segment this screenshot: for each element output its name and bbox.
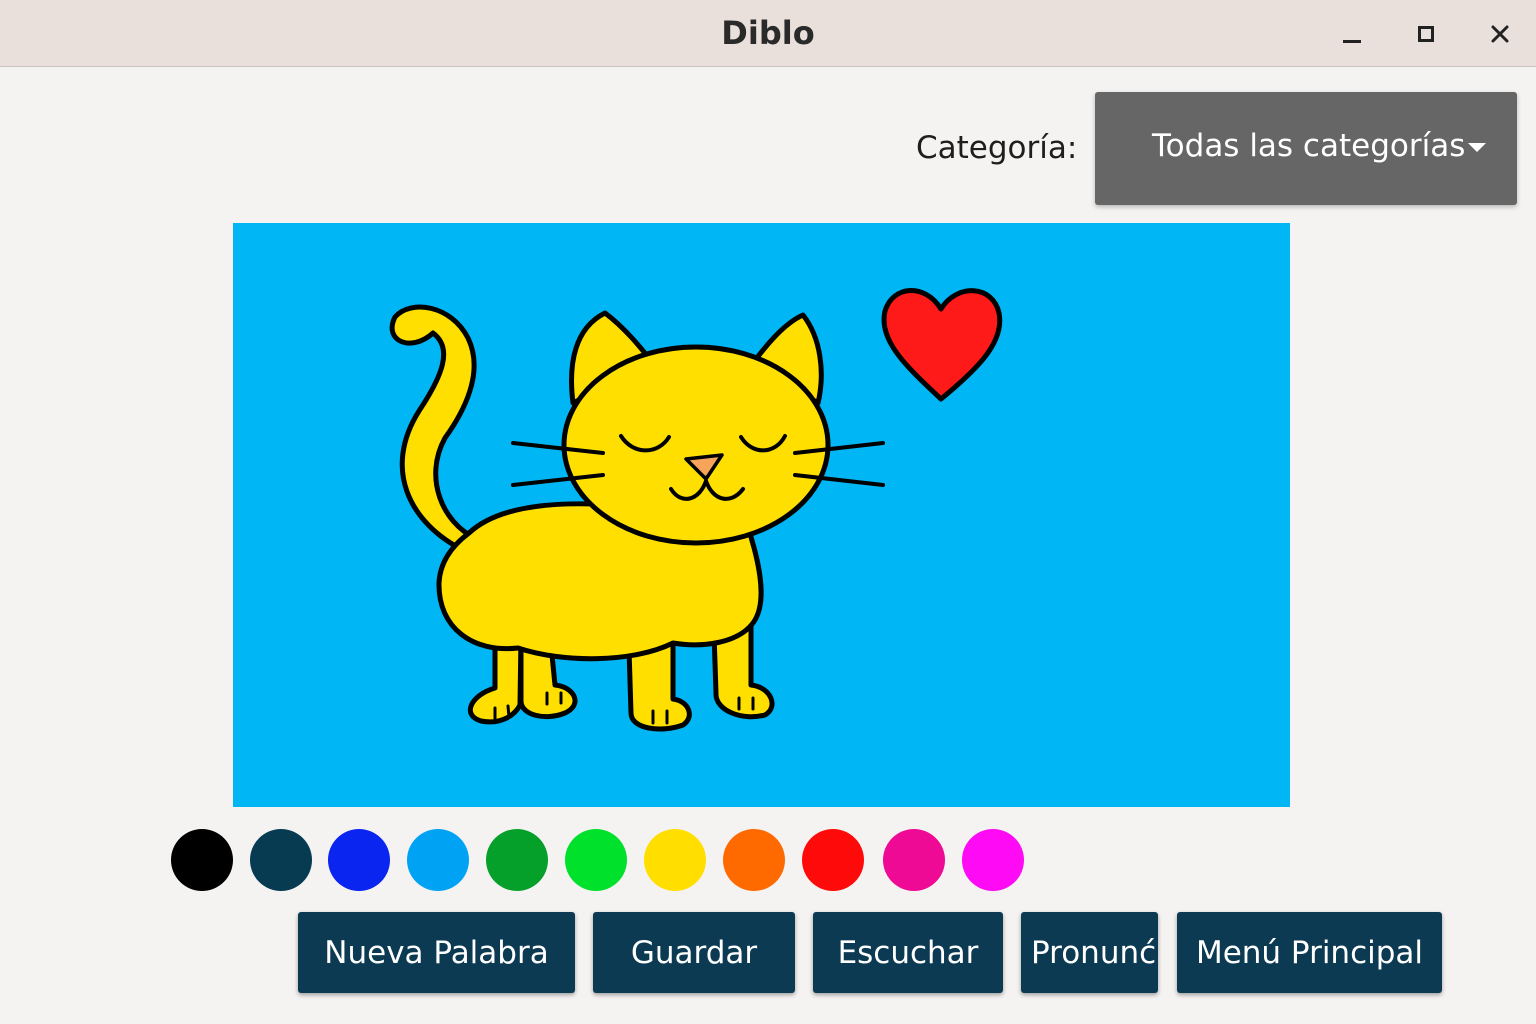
drawing-canvas[interactable] [233,223,1290,807]
category-dropdown[interactable]: Todas las categorías [1095,92,1517,205]
color-swatch-black[interactable] [171,829,233,891]
color-swatch-yellow[interactable] [644,829,706,891]
window-title: Diblo [721,14,815,52]
save-button[interactable]: Guardar [593,912,795,993]
title-bar: Diblo [0,0,1536,67]
maximize-icon [1418,26,1434,42]
close-button[interactable] [1478,14,1522,54]
main-menu-button[interactable]: Menú Principal [1177,912,1442,993]
chevron-down-icon [1468,143,1486,152]
new-word-button[interactable]: Nueva Palabra [298,912,575,993]
minimize-icon [1343,39,1361,43]
close-icon [1491,25,1509,43]
color-swatch-dark-navy[interactable] [250,829,312,891]
color-swatch-magenta[interactable] [962,829,1024,891]
category-selected-value: Todas las categorías [1152,128,1466,164]
color-swatch-orange[interactable] [723,829,785,891]
color-swatch-dark-green[interactable] [486,829,548,891]
minimize-button[interactable] [1330,14,1374,54]
color-swatch-red[interactable] [802,829,864,891]
cat-head [561,344,831,546]
color-swatch-pink[interactable] [883,829,945,891]
color-swatch-blue[interactable] [328,829,390,891]
color-swatch-light-blue[interactable] [407,829,469,891]
color-swatch-green[interactable] [565,829,627,891]
maximize-button[interactable] [1404,14,1448,54]
category-label: Categoría: [916,130,1078,166]
cat-drawing [233,223,1290,807]
listen-button[interactable]: Escuchar [813,912,1003,993]
pronounce-button[interactable]: Pronunć [1021,912,1158,993]
